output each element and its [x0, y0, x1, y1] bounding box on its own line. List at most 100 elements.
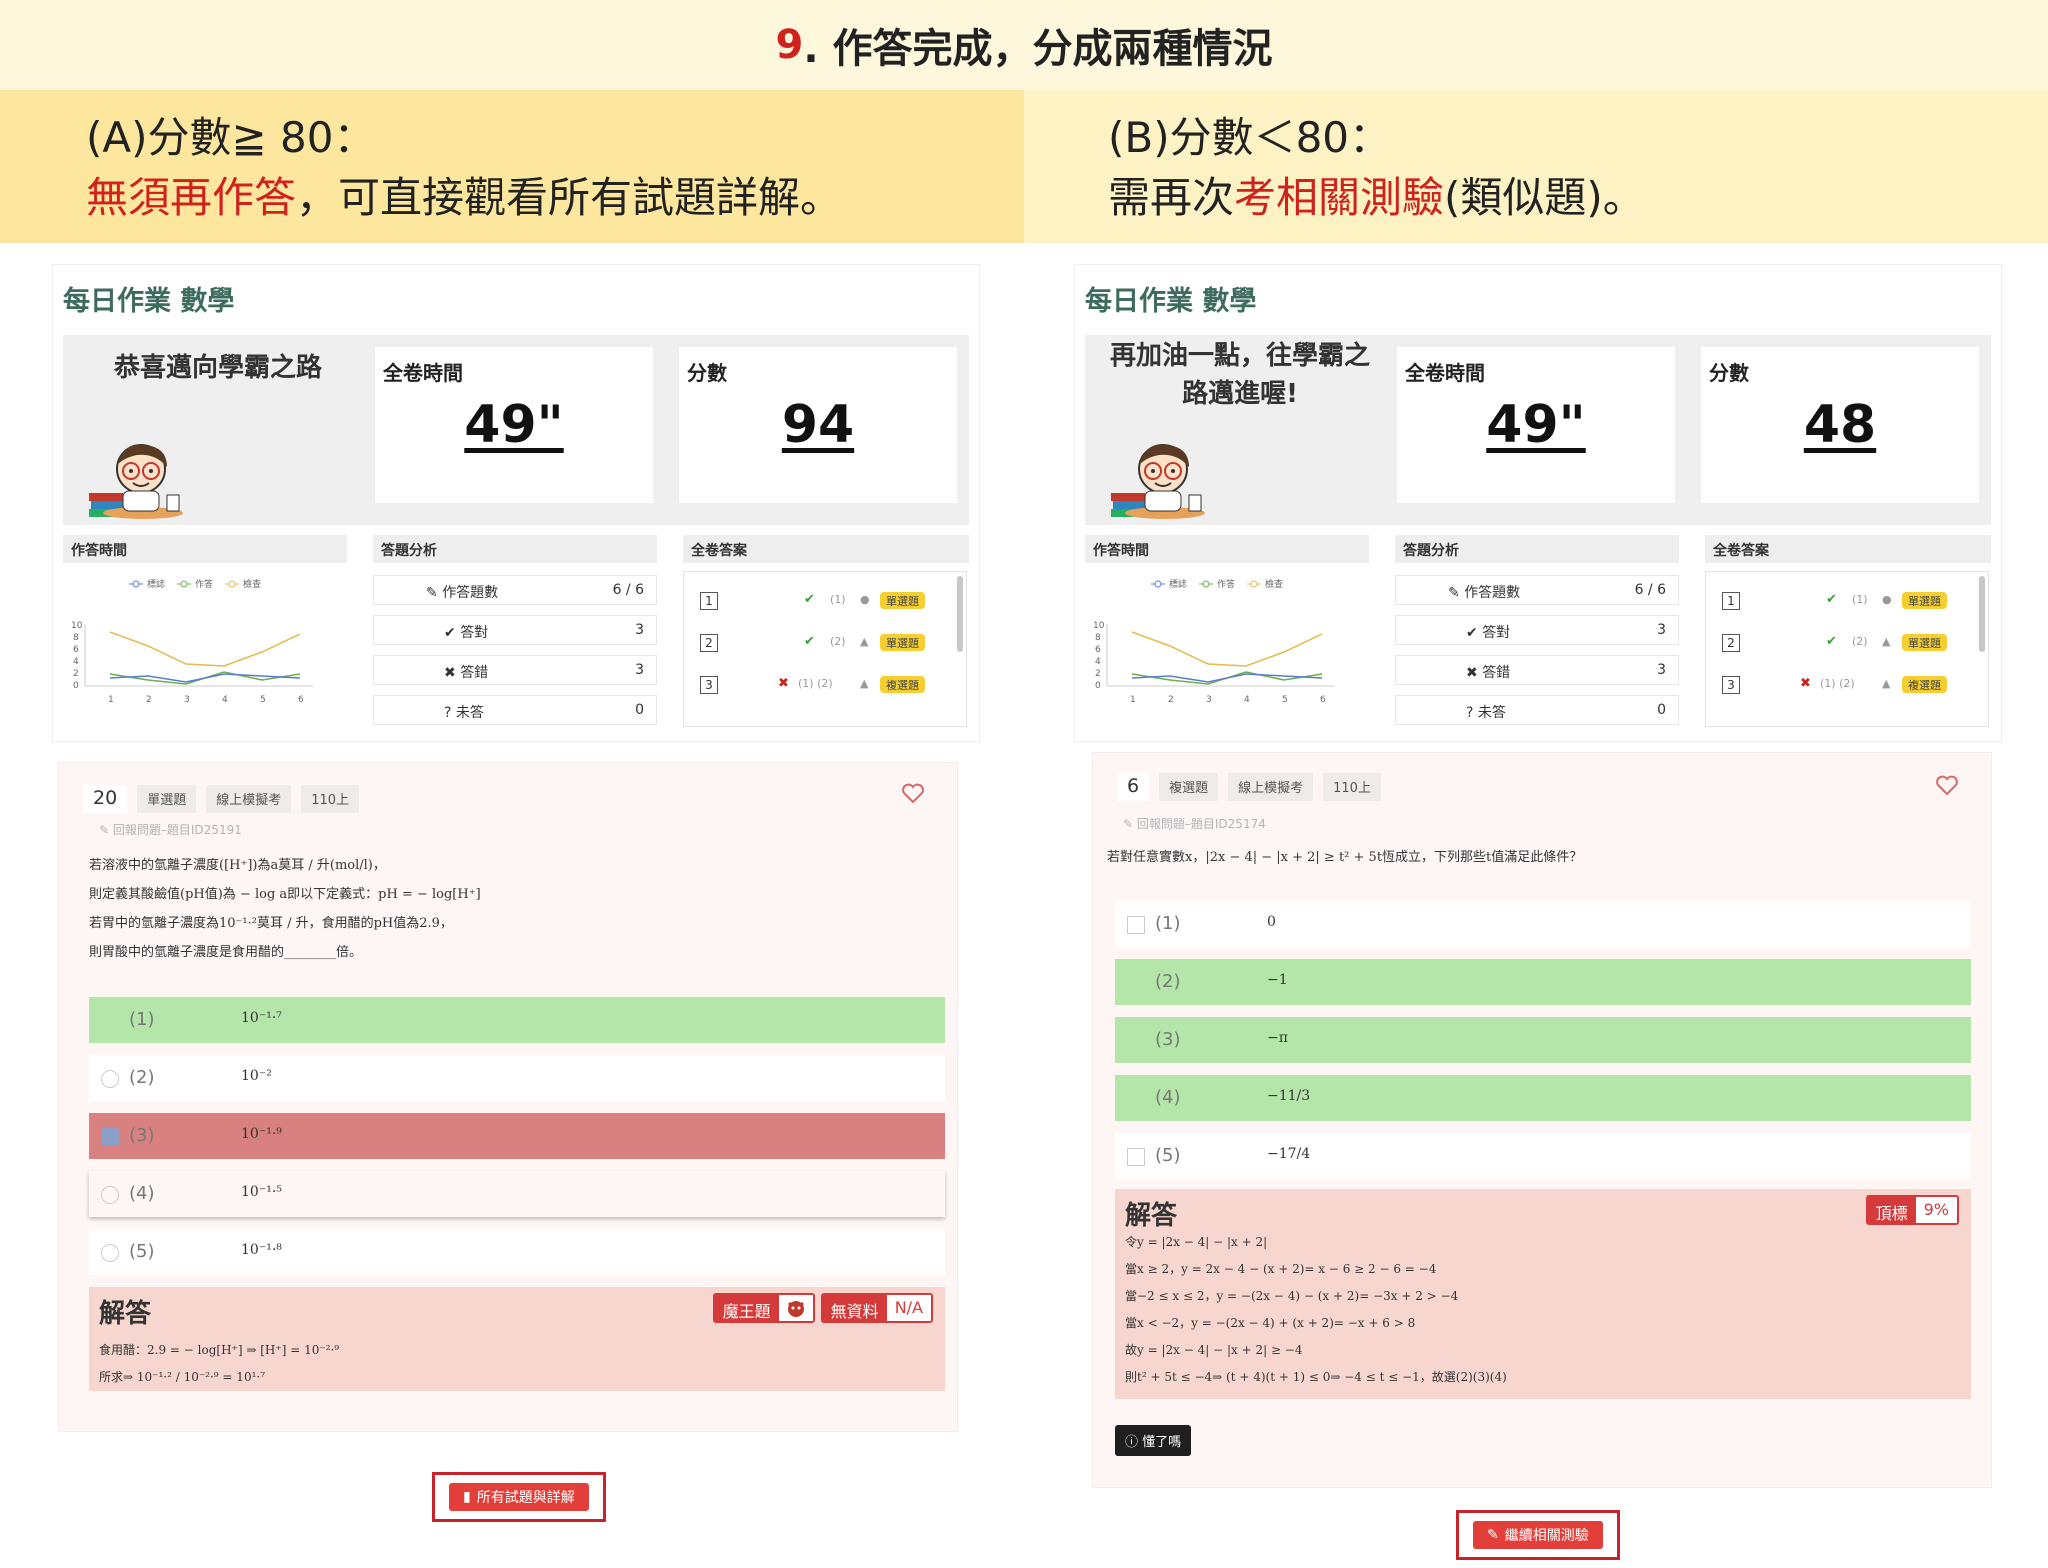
- heart-icon[interactable]: [901, 781, 925, 805]
- report-problem-link[interactable]: ✎ 回報問題–題目ID25174: [1123, 815, 1266, 832]
- option-label: (2): [129, 1067, 155, 1088]
- radio-button[interactable]: [101, 1012, 119, 1030]
- answer-row[interactable]: 1 ✔ (1) ● 單選題: [684, 586, 954, 616]
- option-1[interactable]: (1) 10⁻¹·⁷: [89, 997, 945, 1043]
- svg-text:4: 4: [73, 657, 79, 667]
- check-icon: ✔: [1826, 592, 1837, 607]
- student-mascot-icon: [1111, 444, 1205, 519]
- option-4[interactable]: (4) 10⁻¹·⁵: [89, 1171, 945, 1217]
- checkbox[interactable]: [1127, 1090, 1145, 1108]
- heart-icon[interactable]: [1935, 773, 1959, 797]
- total-time-value: 49": [464, 395, 564, 455]
- answer-row[interactable]: 2 ✔ (2) ▲ 單選題: [684, 628, 954, 658]
- question-number: 20: [83, 785, 128, 813]
- checkbox[interactable]: [1127, 1032, 1145, 1050]
- difficulty-badges: 頂標 9%: [1865, 1195, 1959, 1225]
- option-value: −11/3: [1267, 1088, 1311, 1104]
- scrollbar[interactable]: [1979, 576, 1985, 652]
- score-card: 分數 48: [1701, 347, 1979, 503]
- all-questions-button[interactable]: ▮ 所有試題與詳解: [449, 1483, 589, 1511]
- analysis-row-unanswered: ? 未答 0: [373, 695, 657, 725]
- analysis-row-total: ✎ 作答題數 6 / 6: [373, 575, 657, 605]
- radio-button[interactable]: [101, 1186, 119, 1204]
- cross-icon: ✖: [444, 665, 456, 681]
- badge-value: N/A: [886, 1295, 931, 1321]
- top-tier-badge: 頂標 9%: [1865, 1195, 1959, 1225]
- all-answers-list[interactable]: 1 ✔ (1) ● 單選題 2 ✔ (2) ▲ 單選題 3 ✖ (1) (2) ▲ 複選題: [1705, 571, 1989, 727]
- checkbox[interactable]: [1127, 916, 1145, 934]
- case-b-pre: 需再次: [1108, 173, 1235, 222]
- radio-button[interactable]: [101, 1070, 119, 1088]
- right-question-card: 6 複選題 線上模擬考 110上 ✎ 回報問題–題目ID25174 若對任意實數…: [1092, 752, 1992, 1488]
- option-label: (3): [1155, 1029, 1181, 1050]
- all-answers-list[interactable]: 1 ✔ (1) ● 單選題 2 ✔ (2) ▲ 單選題 3 ✖ (1) (2) ▲ 複選題: [683, 571, 967, 727]
- svg-text:6: 6: [298, 695, 304, 705]
- understood-button[interactable]: ⓘ 懂了嗎: [1115, 1425, 1192, 1456]
- type-tag: 單選題: [880, 592, 925, 609]
- svg-text:1: 1: [1130, 695, 1136, 705]
- svg-text:4: 4: [222, 695, 228, 705]
- total-time-value: 49": [1486, 395, 1586, 455]
- total-time-card: 全卷時間 49": [1397, 347, 1675, 503]
- option-2[interactable]: (2) 10⁻²: [89, 1055, 945, 1101]
- analysis-label: ✔ 答對: [1466, 625, 1511, 641]
- question-term-tag: 110上: [1323, 773, 1381, 801]
- continue-related-test-button[interactable]: ✎ 繼續相關測驗: [1473, 1521, 1603, 1549]
- right-cta-highlight: ✎ 繼續相關測驗: [1456, 1510, 1620, 1560]
- answer-row[interactable]: 2 ✔ (2) ▲ 單選題: [1706, 628, 1976, 658]
- answer-row[interactable]: 3 ✖ (1) (2) ▲ 複選題: [684, 670, 954, 700]
- option-1[interactable]: (1) 0: [1115, 901, 1971, 947]
- scrollbar[interactable]: [957, 576, 963, 652]
- left-question-card: 20 單選題 線上模擬考 110上 ✎ 回報問題–題目ID25191 若溶液中的…: [58, 762, 958, 1432]
- option-label: (2): [1155, 971, 1181, 992]
- answer-option: (2): [830, 635, 846, 648]
- answer-time-chart: 標誌 作答 檢查 10 8 6 4 2 0 1 2 3 4 5 6: [1093, 578, 1335, 705]
- banner-number: 9: [775, 22, 804, 68]
- greeting-area: 恭喜邁向學霸之路: [63, 335, 363, 525]
- svg-text:6: 6: [1320, 695, 1326, 705]
- answer-row[interactable]: 1 ✔ (1) ● 單選題: [1706, 586, 1976, 616]
- radio-button[interactable]: [101, 1128, 119, 1146]
- option-3[interactable]: (3) 10⁻¹·⁹: [89, 1113, 945, 1159]
- option-value: −1: [1267, 972, 1288, 988]
- page-banner: 9. 作答完成，分成兩種情況: [0, 0, 2048, 90]
- answer-number: 1: [700, 592, 718, 610]
- no-data-badge: 無資料 N/A: [820, 1293, 933, 1323]
- analysis-header: 答題分析: [373, 535, 657, 563]
- option-label: (4): [1155, 1087, 1181, 1108]
- legend-answer: 作答: [1217, 578, 1235, 590]
- wrench-icon: ✎: [99, 823, 110, 837]
- summary-area: 再加油一點，往學霸之路邁進喔! 全卷時間 49" 分數 48: [1085, 335, 1991, 525]
- checkbox[interactable]: [1127, 1148, 1145, 1166]
- answer-option: (1) (2): [798, 677, 833, 690]
- question-term-tag: 110上: [301, 785, 360, 813]
- answer-row[interactable]: 3 ✖ (1) (2) ▲ 複選題: [1706, 670, 1976, 700]
- svg-text:2: 2: [146, 695, 152, 705]
- report-problem-link[interactable]: ✎ 回報問題–題目ID25191: [99, 821, 242, 838]
- svg-text:2: 2: [1095, 669, 1101, 679]
- option-5[interactable]: (5) −17/4: [1115, 1133, 1971, 1179]
- answer-number: 3: [700, 676, 718, 694]
- option-label: (1): [129, 1009, 155, 1030]
- question-tags: 6 複選題 線上模擬考 110上: [1117, 773, 1381, 801]
- radio-button[interactable]: [101, 1244, 119, 1262]
- right-result-panel: 每日作業 數學 再加油一點，往學霸之路邁進喔! 全卷時間 49" 分數 48 作…: [1074, 264, 2002, 742]
- option-value: 10⁻¹·⁷: [241, 1010, 282, 1026]
- svg-text:0: 0: [1095, 681, 1101, 691]
- option-4[interactable]: (4) −11/3: [1115, 1075, 1971, 1121]
- option-2[interactable]: (2) −1: [1115, 959, 1971, 1005]
- svg-text:8: 8: [73, 633, 79, 643]
- svg-text:10: 10: [71, 621, 83, 631]
- option-3[interactable]: (3) −π: [1115, 1017, 1971, 1063]
- analysis-label: ✖ 答錯: [444, 665, 489, 681]
- badge-label: 無資料: [822, 1295, 887, 1321]
- checkbox[interactable]: [1127, 974, 1145, 992]
- option-5[interactable]: (5) 10⁻¹·⁸: [89, 1229, 945, 1275]
- score-label: 分數: [1709, 361, 1749, 385]
- summary-area: 恭喜邁向學霸之路 全卷時間 49" 分數 94: [63, 335, 969, 525]
- case-a-desc: 無須再作答，可直接觀看所有試題詳解。: [86, 168, 1024, 228]
- question-icon: ?: [444, 705, 452, 721]
- svg-text:0: 0: [73, 681, 79, 691]
- solution-box: 解答 魔王題 無資料 N/A 食用醋：2.9 = − log[H⁺] ⇒ [H⁺]…: [89, 1287, 945, 1391]
- svg-text:4: 4: [1095, 657, 1101, 667]
